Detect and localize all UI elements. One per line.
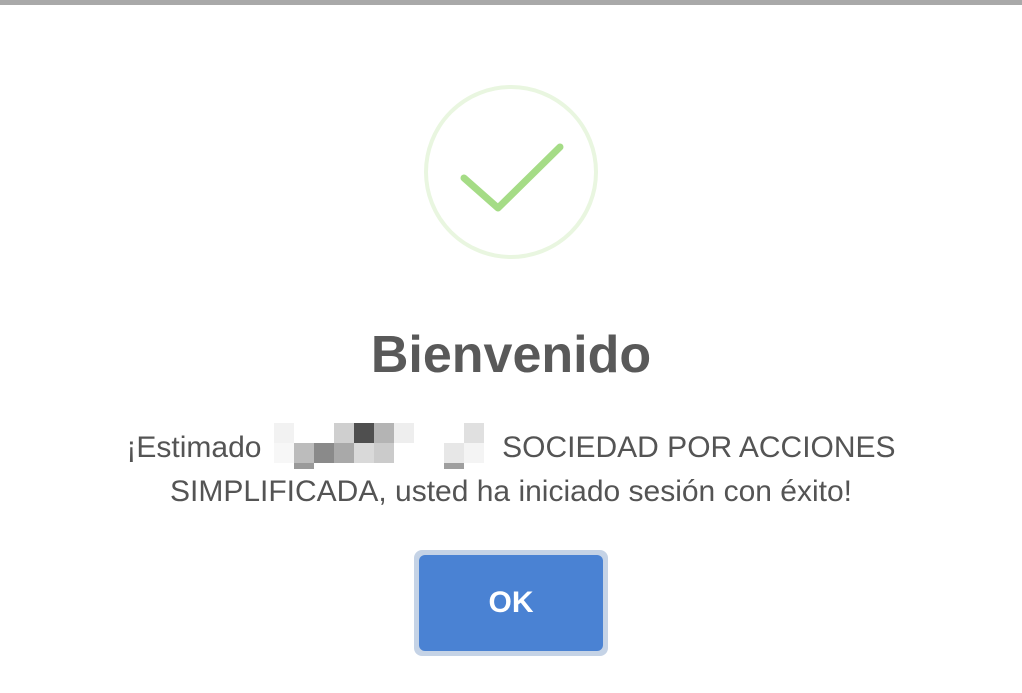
page: Bienvenido ¡Estimado SOCIEDAD POR ACCION…: [0, 0, 1022, 693]
message-greeting: ¡Estimado: [126, 431, 262, 464]
welcome-dialog: Bienvenido ¡Estimado SOCIEDAD POR ACCION…: [0, 5, 1022, 693]
dialog-title: Bienvenido: [370, 326, 652, 384]
redacted-company-name: [273, 423, 490, 469]
ok-button-focus-ring: OK: [414, 550, 608, 656]
success-checkmark-icon: [424, 85, 598, 259]
ok-button[interactable]: OK: [419, 555, 603, 651]
dialog-message: ¡Estimado SOCIEDAD POR ACCIONES SIMPLIFI…: [91, 423, 931, 514]
